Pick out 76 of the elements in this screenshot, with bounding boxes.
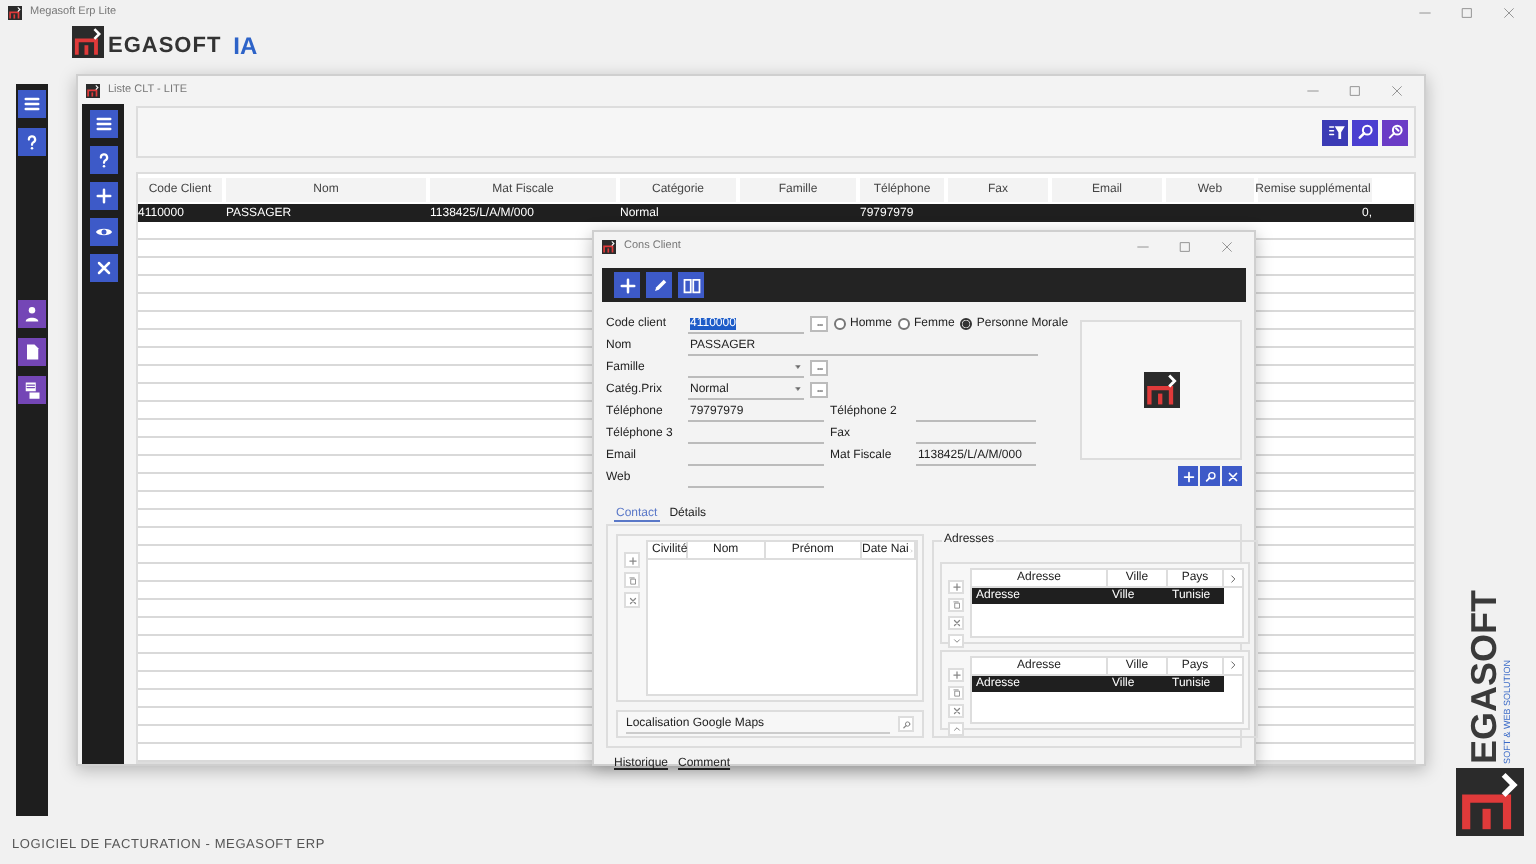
book-icon <box>681 275 701 295</box>
add-image-button[interactable] <box>1178 466 1198 486</box>
close-icon <box>93 258 113 278</box>
pencil-icon <box>649 275 669 295</box>
user-button[interactable] <box>18 300 46 328</box>
menu-button[interactable] <box>18 90 46 118</box>
caret-icon <box>794 386 802 392</box>
radio-button[interactable] <box>834 318 846 330</box>
app-logo-icon <box>602 239 616 253</box>
app-logo-icon <box>86 83 100 97</box>
close-icon <box>627 595 637 605</box>
plus-icon <box>951 582 961 592</box>
search-icon <box>1385 122 1405 142</box>
logo-mark-icon <box>72 26 104 58</box>
view-button[interactable] <box>89 218 117 246</box>
book-button[interactable] <box>678 272 704 298</box>
maximize-icon <box>1460 5 1474 19</box>
copy-button[interactable] <box>624 572 640 588</box>
search-icon <box>901 719 911 729</box>
filter-button[interactable] <box>1322 119 1348 145</box>
plus-icon <box>951 669 961 679</box>
add-button[interactable] <box>614 272 640 298</box>
logo-mark-icon <box>1456 768 1524 836</box>
copy-icon <box>951 600 961 610</box>
search-button[interactable] <box>1352 119 1378 145</box>
radio-button[interactable] <box>898 318 911 330</box>
advanced-search-button[interactable] <box>1382 119 1408 145</box>
copy-icon <box>627 575 637 585</box>
plus-icon <box>627 555 637 565</box>
user-icon <box>22 304 42 324</box>
logo-text: EGASOFT <box>108 36 222 58</box>
add-button[interactable] <box>89 182 117 210</box>
report-button[interactable] <box>18 376 46 404</box>
document-button[interactable] <box>18 338 46 366</box>
remove-image-button[interactable] <box>1222 466 1242 486</box>
close-icon <box>951 618 961 628</box>
plus-icon <box>93 186 113 206</box>
search-icon <box>1355 122 1375 142</box>
copy-icon <box>951 687 961 697</box>
chevron-right-icon <box>1228 660 1238 670</box>
help-button[interactable] <box>89 146 117 174</box>
search-icon <box>1203 469 1217 483</box>
edit-button[interactable] <box>646 272 672 298</box>
app-logo-icon <box>8 5 22 19</box>
copy-button[interactable] <box>948 685 964 699</box>
menu-icon <box>93 114 113 134</box>
logo-mark-icon <box>1143 372 1180 408</box>
close-icon <box>1390 83 1404 97</box>
search-image-button[interactable] <box>1200 466 1220 486</box>
plus-icon <box>1181 469 1195 483</box>
logo-text: EGASOFT <box>1466 589 1503 764</box>
close-icon <box>1220 239 1234 253</box>
copy-button[interactable] <box>948 598 964 612</box>
document-icon <box>22 342 42 362</box>
radio-button[interactable] <box>960 318 973 330</box>
logo-suffix: IA <box>233 34 258 58</box>
close-icon <box>1225 469 1239 483</box>
ellipsis-button[interactable] <box>810 360 828 376</box>
close-icon <box>951 705 961 715</box>
maximize-icon <box>1348 83 1362 97</box>
caret-icon <box>794 364 802 370</box>
filter-icon <box>1325 122 1345 142</box>
help-icon <box>22 132 42 152</box>
delete-button[interactable] <box>89 254 117 282</box>
chevron-down-icon <box>951 636 961 646</box>
menu-button[interactable] <box>89 110 117 138</box>
chevron-up-icon <box>951 723 961 733</box>
ellipsis-button[interactable] <box>810 316 828 332</box>
help-button[interactable] <box>18 128 46 156</box>
plus-icon <box>617 275 637 295</box>
chevron-right-icon <box>1228 573 1238 583</box>
ellipsis-button[interactable] <box>810 382 828 398</box>
report-icon <box>22 380 42 400</box>
close-icon <box>1502 5 1516 19</box>
menu-icon <box>22 94 42 114</box>
maximize-icon <box>1178 239 1192 253</box>
